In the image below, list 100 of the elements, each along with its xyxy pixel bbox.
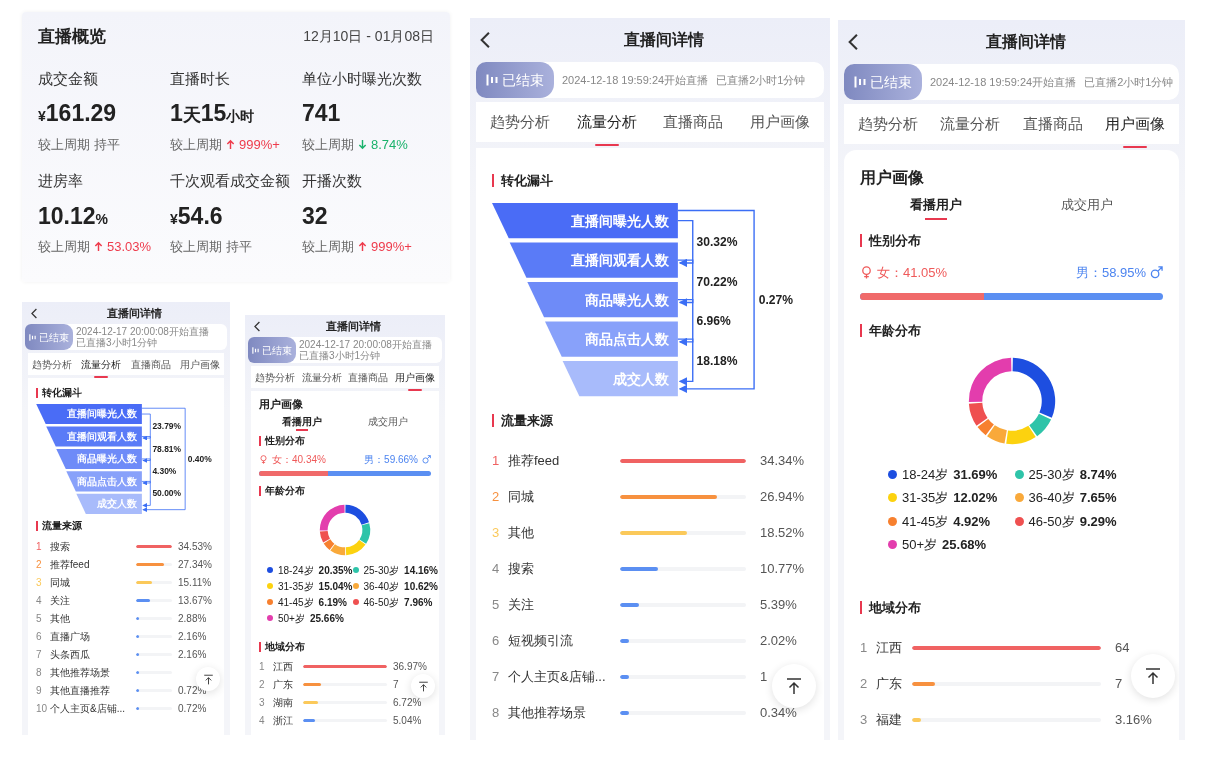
tab[interactable]: 趋势分析 <box>858 104 918 144</box>
rank-number: 4 <box>259 714 266 728</box>
row-label: 浙江 <box>273 714 294 728</box>
male-icon <box>422 454 431 464</box>
tab[interactable]: 用户画像 <box>394 366 435 388</box>
tab[interactable]: 趋势分析 <box>255 366 295 388</box>
row-label: 个人主页&店铺... <box>508 668 607 687</box>
tab[interactable]: 流量分析 <box>301 366 342 388</box>
percentage: 34.53% <box>178 540 212 552</box>
tab[interactable]: 用户画像 <box>749 102 810 142</box>
rank-number: 5 <box>492 596 501 615</box>
subtab[interactable]: 成交用户 <box>345 412 431 431</box>
stage-label: 商品曝光人数 <box>76 453 137 465</box>
rank-number: 7 <box>492 668 501 687</box>
arrow-down-icon <box>358 138 367 150</box>
legend-value: 15.04% <box>318 579 353 594</box>
change-value: 53.03% <box>107 238 152 256</box>
legend-label: 41-45岁 <box>902 512 949 531</box>
tab[interactable]: 直播商品 <box>1022 104 1083 144</box>
back-icon[interactable] <box>30 307 38 319</box>
percentage: 15.11% <box>178 576 212 588</box>
legend-value: 12.02% <box>953 489 998 507</box>
comparison-label: 较上周期 <box>170 135 222 154</box>
female-share: 女：41.05% <box>877 264 948 282</box>
subtab[interactable]: 看播用户 <box>860 190 1012 220</box>
row-label: 其他直播推荐 <box>50 683 111 698</box>
percentage: 1 <box>760 669 768 685</box>
back-icon[interactable] <box>253 320 261 332</box>
tab[interactable]: 流量分析 <box>940 104 1001 144</box>
bars-icon <box>252 346 259 354</box>
conversion-rate: 6.96% <box>696 314 731 329</box>
rank-number: 3 <box>492 524 501 543</box>
tab[interactable]: 趋势分析 <box>490 102 550 142</box>
percentage: 2.88% <box>178 612 207 624</box>
status-label: 已结束 <box>39 330 69 345</box>
comparison-label: 较上周期 <box>302 238 354 256</box>
row-label: 搜索 <box>50 539 71 554</box>
percentage: 26.94% <box>760 489 805 505</box>
rank-number: 2 <box>259 678 266 692</box>
stage-label: 直播间观看人数 <box>66 430 137 442</box>
section-title: 年龄分布 <box>259 485 431 496</box>
row-label: 头条西瓜 <box>50 647 91 662</box>
stage-label: 直播间观看人数 <box>570 252 669 269</box>
tab[interactable]: 直播商品 <box>663 102 724 142</box>
conversion-rate: 18.18% <box>696 353 738 368</box>
stage-label: 商品点击人数 <box>584 331 669 348</box>
back-icon[interactable] <box>846 33 860 51</box>
percentage: 7 <box>1115 675 1123 691</box>
back-icon[interactable] <box>478 31 492 49</box>
arrow-up-icon <box>417 680 429 692</box>
percentage: 6.72% <box>393 697 422 708</box>
row-label: 江西 <box>273 660 294 674</box>
row-label: 其他推荐场景 <box>508 704 587 723</box>
legend-value: 31.69% <box>953 465 998 484</box>
subtab[interactable]: 看播用户 <box>259 412 345 431</box>
conversion-rate: 70.22% <box>696 274 738 289</box>
change-value: 持平 <box>226 238 252 256</box>
legend-label: 46-50岁 <box>363 595 400 610</box>
bars-icon <box>854 76 866 88</box>
legend-label: 36-40岁 <box>1028 489 1075 507</box>
legend-value: 6.19% <box>318 595 347 610</box>
stage-label: 成交人数 <box>96 498 137 510</box>
scroll-top-button[interactable] <box>772 664 816 708</box>
legend-label: 31-35岁 <box>902 489 949 507</box>
legend-label: 50+岁 <box>902 536 938 554</box>
legend-label: 36-40岁 <box>363 579 400 594</box>
rank-number: 7 <box>36 647 43 662</box>
tab[interactable]: 流量分析 <box>81 353 122 375</box>
metric-label: 千次观看成交金额 <box>170 171 291 191</box>
rank-number: 1 <box>492 452 501 471</box>
percentage: 2.02% <box>760 633 797 649</box>
scroll-top-button[interactable] <box>411 674 435 698</box>
scroll-top-button[interactable] <box>1131 654 1175 698</box>
percentage: 18.52% <box>760 525 805 541</box>
row-label: 江西 <box>876 638 903 657</box>
bars-icon <box>29 333 36 341</box>
metric-value: 741 <box>302 99 342 128</box>
percentage: 3.16% <box>1115 711 1152 727</box>
male-share: 男：59.66% <box>364 452 418 467</box>
row-label: 福建 <box>876 710 903 729</box>
female-icon <box>259 454 268 464</box>
tab[interactable]: 直播商品 <box>130 353 171 375</box>
conversion-rate: 50.00% <box>152 488 182 499</box>
change-value: 999%+ <box>239 135 280 154</box>
tab[interactable]: 趋势分析 <box>32 353 72 375</box>
card-title: 直播概览 <box>38 26 106 48</box>
tab[interactable]: 用户画像 <box>180 353 220 375</box>
percentage: 64 <box>1115 639 1130 655</box>
change-value: 999%+ <box>371 238 412 256</box>
tab[interactable]: 直播商品 <box>348 366 389 388</box>
legend-value: 10.62% <box>404 579 438 594</box>
comparison-label: 较上周期 <box>38 135 90 154</box>
stage-label: 直播间曝光人数 <box>570 212 669 229</box>
section-title: 年龄分布 <box>860 323 1163 337</box>
section-title: 性别分布 <box>860 234 1163 247</box>
start-time: 2024-12-17 20:00:08开始直播 <box>76 325 209 337</box>
male-icon <box>1150 266 1163 280</box>
section-title: 地域分布 <box>259 641 431 652</box>
metric-label: 直播时长 <box>170 68 231 89</box>
subtab[interactable]: 成交用户 <box>1011 190 1163 220</box>
